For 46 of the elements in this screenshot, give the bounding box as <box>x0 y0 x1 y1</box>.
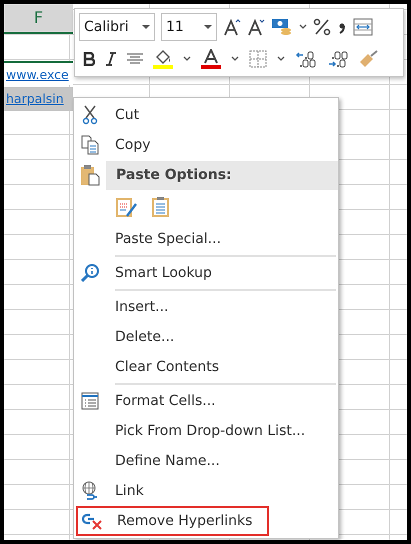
menu-item[interactable]: Link <box>106 476 338 506</box>
copy-icon <box>81 135 99 155</box>
bold-icon <box>83 52 95 66</box>
clipboard-icon <box>80 164 100 186</box>
font-name-field[interactable]: Calibri <box>79 13 155 41</box>
caret-icon <box>299 24 307 30</box>
menu-item[interactable]: Remove Hyperlinks <box>108 506 252 536</box>
globe-link-icon <box>81 481 99 501</box>
menu-item[interactable]: Paste Special... <box>106 224 338 254</box>
menu-item[interactable]: Delete... <box>106 322 338 352</box>
scissors-icon <box>81 105 99 125</box>
caret-icon <box>231 56 239 62</box>
menu-item[interactable]: Smart Lookup <box>106 258 338 288</box>
paste-formatting-icon <box>115 196 137 218</box>
menu-item[interactable]: Cut <box>106 100 338 130</box>
caret-icon <box>204 24 212 30</box>
caret-icon <box>142 24 150 30</box>
remove-link-icon <box>82 512 102 530</box>
align-center-icon <box>127 52 143 64</box>
menu-item[interactable]: Format Cells... <box>106 386 338 416</box>
format-cells-icon <box>81 392 99 410</box>
decrease-font-icon <box>247 18 265 36</box>
italic-icon <box>105 52 117 66</box>
menu-item[interactable]: Pick From Drop-down List... <box>106 416 338 446</box>
cell-link[interactable]: www.exce <box>4 61 73 85</box>
increase-font-icon <box>223 18 241 36</box>
search-icon <box>81 264 99 282</box>
percent-icon <box>313 18 331 36</box>
merge-center-icon <box>353 18 373 36</box>
menu-item[interactable]: Define Name... <box>106 446 338 476</box>
decrease-decimal-icon <box>295 50 317 68</box>
menu-item[interactable]: Copy <box>106 130 338 160</box>
font-color-icon <box>201 48 221 68</box>
paste-values-icon <box>151 196 171 218</box>
menu-item[interactable]: Clear Contents <box>106 352 338 382</box>
increase-decimal-icon <box>327 50 349 68</box>
format-painter-icon <box>359 50 379 68</box>
menu-item[interactable]: Insert... <box>106 292 338 322</box>
currency-icon <box>271 17 293 37</box>
column-header[interactable]: F <box>4 4 73 34</box>
fill-color-icon <box>153 48 173 68</box>
font-size-field[interactable]: 11 <box>161 13 217 41</box>
caret-icon <box>183 56 191 62</box>
menu-section-header: Paste Options: <box>106 160 338 190</box>
borders-icon <box>249 50 267 68</box>
caret-icon <box>277 56 285 62</box>
